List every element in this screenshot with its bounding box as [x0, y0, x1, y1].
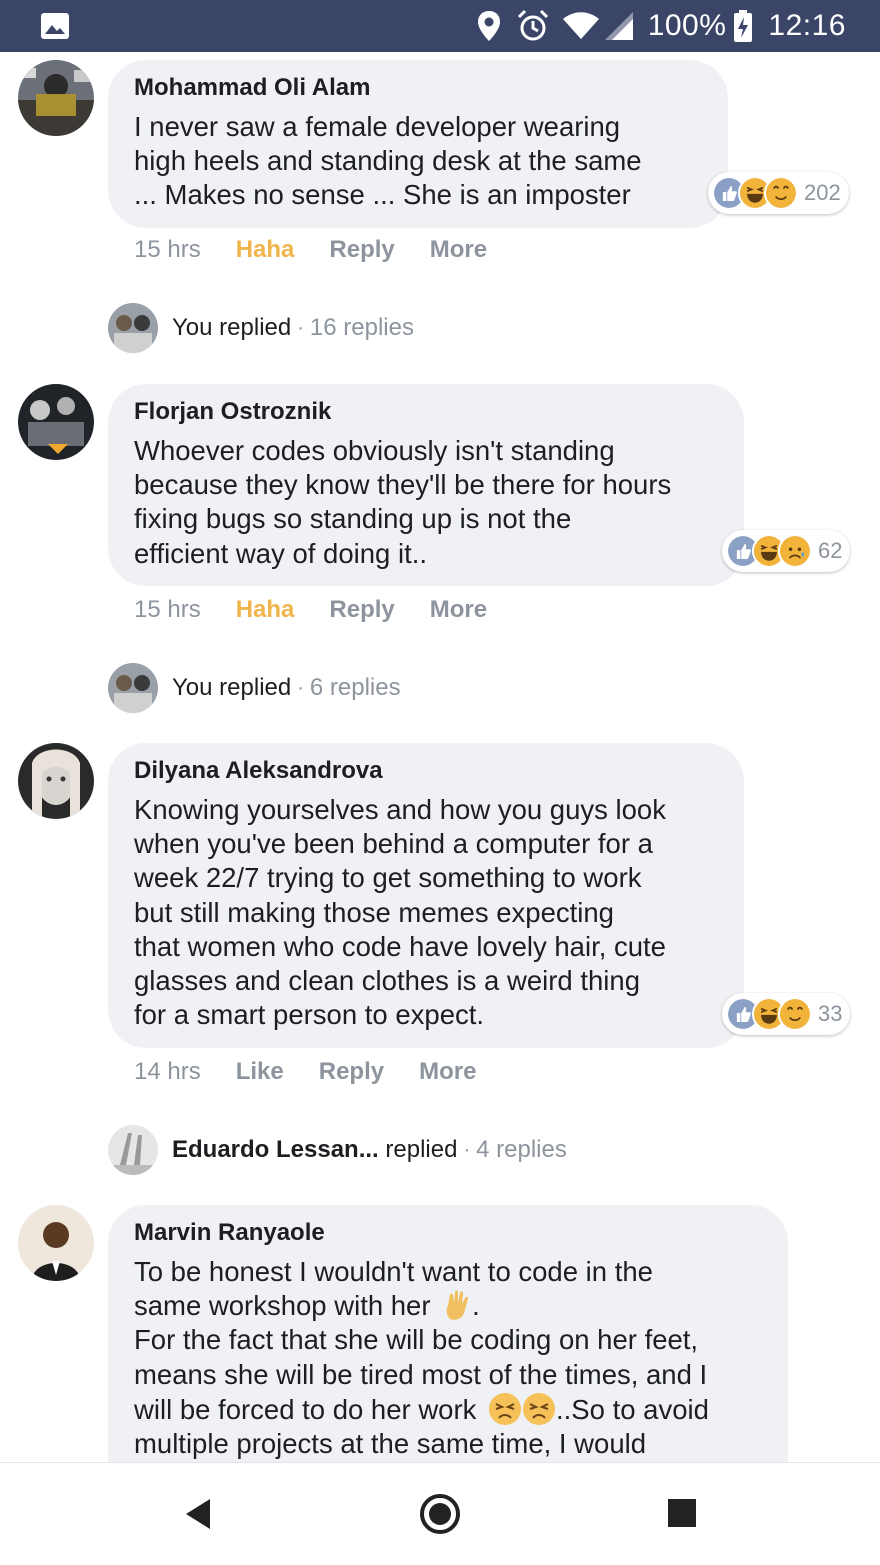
comment-line: same workshop with her . [134, 1289, 762, 1323]
comment-line-part: . [472, 1290, 480, 1322]
reactions-summary[interactable]: 62 [722, 530, 851, 572]
comment-actions: 14 hrs Like Reply More [134, 1058, 511, 1086]
comment-line: means she will be tired most of the time… [134, 1358, 708, 1390]
replies-count: 6 replies [309, 674, 401, 701]
reply-avatar [108, 663, 158, 713]
replies-link[interactable]: You replied · 6 replies [108, 662, 401, 714]
comment-line-part: will be forced to do her work [134, 1393, 477, 1425]
location-icon [477, 11, 500, 41]
comment-timestamp: 14 hrs [134, 1058, 201, 1085]
avatar[interactable] [18, 1205, 94, 1281]
separator-dot: · [297, 676, 304, 699]
back-icon[interactable] [182, 1497, 212, 1531]
status-bar: 100% 12:16 [0, 0, 880, 52]
battery-percentage: 100% [647, 9, 727, 42]
comment-text: Whoever codes obviously isn't standing b… [134, 435, 672, 569]
recents-icon[interactable] [667, 1498, 697, 1528]
reaction-count: 33 [818, 1001, 843, 1026]
battery-charging-icon [734, 10, 753, 42]
clock: 12:16 [768, 9, 846, 42]
comment-line: will be forced to do her work ..So to av… [134, 1392, 762, 1427]
comment-bubble[interactable]: Dilyana Aleksandrova Knowing yourselves … [108, 743, 744, 1048]
comment-line: For the fact that she will be coding on … [134, 1324, 699, 1356]
separator-dot: · [297, 316, 304, 339]
reply-button[interactable]: Reply [329, 236, 394, 264]
comment-author[interactable]: Florjan Ostroznik [134, 396, 718, 428]
gallery-icon [41, 13, 69, 39]
react-button[interactable]: Haha [236, 236, 295, 264]
replier-line: Eduardo Lessan... replied [172, 1136, 457, 1164]
comment-line-part: ..So to avoid [556, 1393, 709, 1425]
tired-face-icon [523, 1392, 556, 1425]
alarm-icon [517, 9, 548, 41]
comment-author[interactable]: Dilyana Aleksandrova [134, 755, 718, 787]
react-button[interactable]: Haha [236, 596, 295, 624]
comment-timestamp: 15 hrs [134, 596, 201, 623]
reply-avatar [108, 303, 158, 353]
replied-label: replied [385, 1136, 458, 1163]
comment-text: I never saw a female developer wearing h… [134, 111, 642, 211]
home-icon[interactable] [419, 1493, 461, 1535]
comment-actions: 15 hrs Haha Reply More [134, 596, 522, 624]
comment-text: To be honest I wouldn't want to code in … [134, 1255, 762, 1461]
comment-text: Knowing yourselves and how you guys look… [134, 794, 666, 1031]
sad-icon [778, 534, 812, 568]
like-button[interactable]: Like [236, 1058, 284, 1086]
replies-link[interactable]: Eduardo Lessan... replied · 4 replies [108, 1124, 567, 1176]
avatar[interactable] [18, 743, 94, 819]
avatar[interactable] [18, 384, 94, 460]
raised-hand-icon [446, 1290, 469, 1320]
replier-name: Eduardo Lessan... [172, 1136, 379, 1163]
replies-count: 4 replies [476, 1136, 567, 1163]
navigation-bar [0, 1462, 880, 1565]
reactions-summary[interactable]: 202 [708, 172, 849, 214]
signal-icon [604, 12, 633, 40]
reaction-count: 202 [804, 180, 841, 205]
replier-name: You replied [172, 314, 292, 341]
separator-dot: · [463, 1138, 471, 1161]
comment-author[interactable]: Mohammad Oli Alam [134, 72, 702, 104]
comment-line-part: same workshop with her [134, 1290, 431, 1322]
reaction-count: 62 [818, 538, 843, 563]
replies-link[interactable]: You replied · 16 replies [108, 302, 414, 354]
comment-line: multiple projects at the same time, I wo… [134, 1428, 647, 1460]
more-button[interactable]: More [430, 236, 487, 264]
tired-face-icon [489, 1392, 522, 1425]
more-button[interactable]: More [419, 1058, 476, 1086]
love-icon [778, 997, 812, 1031]
comment-author[interactable]: Marvin Ranyaole [134, 1217, 762, 1249]
replier-name: You replied [172, 674, 292, 701]
comment-bubble[interactable]: Florjan Ostroznik Whoever codes obviousl… [108, 384, 744, 586]
comment-bubble[interactable]: Marvin Ranyaole To be honest I wouldn't … [108, 1205, 788, 1462]
comments-feed[interactable]: Mohammad Oli Alam I never saw a female d… [0, 52, 880, 1462]
reply-button[interactable]: Reply [319, 1058, 384, 1086]
reply-avatar [108, 1125, 158, 1175]
comment-bubble[interactable]: Mohammad Oli Alam I never saw a female d… [108, 60, 728, 228]
comment-actions: 15 hrs Haha Reply More [134, 236, 522, 264]
comment-timestamp: 15 hrs [134, 236, 201, 263]
avatar[interactable] [18, 60, 94, 136]
reply-button[interactable]: Reply [329, 596, 394, 624]
more-button[interactable]: More [430, 596, 487, 624]
love-icon [764, 176, 798, 210]
wifi-icon [562, 12, 599, 39]
comment-line: To be honest I wouldn't want to code in … [134, 1256, 653, 1287]
replies-count: 16 replies [309, 314, 414, 341]
reactions-summary[interactable]: 33 [722, 993, 851, 1035]
